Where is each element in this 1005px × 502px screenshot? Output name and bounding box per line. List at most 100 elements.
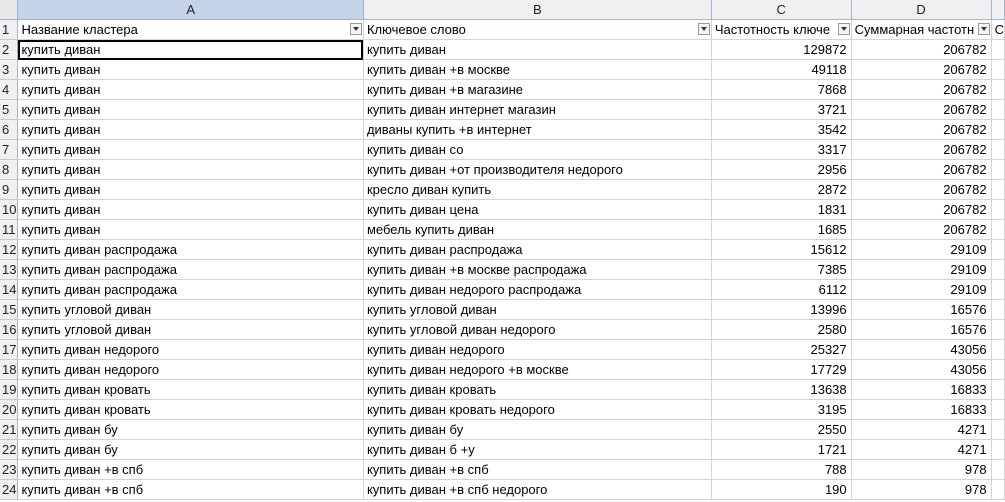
- cluster-name-cell[interactable]: купить диван: [17, 179, 364, 200]
- active-cell[interactable]: купить диван: [17, 39, 364, 60]
- keyword-cell[interactable]: купить диван недорого: [363, 339, 712, 360]
- keyword-frequency-cell[interactable]: 2580: [711, 319, 852, 340]
- empty-cell[interactable]: [991, 399, 1005, 420]
- total-frequency-cell[interactable]: 16576: [851, 299, 992, 320]
- select-all-corner[interactable]: [0, 0, 19, 20]
- column-header-c[interactable]: C: [711, 0, 852, 20]
- keyword-cell[interactable]: купить диван цена: [363, 199, 712, 220]
- total-frequency-cell[interactable]: 206782: [851, 119, 992, 140]
- row-header[interactable]: 17: [0, 339, 19, 360]
- row-header[interactable]: 6: [0, 119, 19, 140]
- empty-cell[interactable]: [991, 439, 1005, 460]
- filter-dropdown-icon[interactable]: [977, 23, 990, 35]
- cluster-name-cell[interactable]: купить диван: [17, 79, 364, 100]
- cluster-name-cell[interactable]: купить диван: [17, 199, 364, 220]
- keyword-frequency-cell[interactable]: 2956: [711, 159, 852, 180]
- empty-cell[interactable]: [991, 119, 1005, 140]
- keyword-frequency-cell[interactable]: 7868: [711, 79, 852, 100]
- cluster-name-cell[interactable]: купить диван +в спб: [17, 479, 364, 500]
- row-header[interactable]: 7: [0, 139, 19, 160]
- keyword-cell[interactable]: купить диван кровать недорого: [363, 399, 712, 420]
- total-frequency-cell[interactable]: 29109: [851, 239, 992, 260]
- row-header[interactable]: 3: [0, 59, 19, 80]
- cluster-name-cell[interactable]: купить диван бу: [17, 419, 364, 440]
- keyword-frequency-cell[interactable]: 3542: [711, 119, 852, 140]
- keyword-cell[interactable]: купить диван интернет магазин: [363, 99, 712, 120]
- keyword-cell[interactable]: диваны купить +в интернет: [363, 119, 712, 140]
- keyword-cell[interactable]: купить диван +от производителя недорого: [363, 159, 712, 180]
- cluster-name-cell[interactable]: купить диван: [17, 219, 364, 240]
- keyword-frequency-cell[interactable]: 3721: [711, 99, 852, 120]
- keyword-cell[interactable]: купить диван со: [363, 139, 712, 160]
- total-frequency-cell[interactable]: 16833: [851, 399, 992, 420]
- keyword-cell[interactable]: купить диван б +у: [363, 439, 712, 460]
- row-header[interactable]: 10: [0, 199, 19, 220]
- keyword-cell[interactable]: купить диван распродажа: [363, 239, 712, 260]
- cluster-name-cell[interactable]: купить диван: [17, 59, 364, 80]
- empty-cell[interactable]: [991, 79, 1005, 100]
- keyword-cell[interactable]: купить диван недорого распродажа: [363, 279, 712, 300]
- row-header[interactable]: 13: [0, 259, 19, 280]
- keyword-frequency-cell[interactable]: 788: [711, 459, 852, 480]
- total-frequency-cell[interactable]: 43056: [851, 359, 992, 380]
- row-header[interactable]: 11: [0, 219, 19, 240]
- keyword-cell[interactable]: купить угловой диван: [363, 299, 712, 320]
- empty-cell[interactable]: [991, 379, 1005, 400]
- total-frequency-cell[interactable]: 16576: [851, 319, 992, 340]
- column-header-b[interactable]: B: [363, 0, 712, 20]
- cluster-name-cell[interactable]: купить диван: [17, 159, 364, 180]
- keyword-frequency-cell[interactable]: 49118: [711, 59, 852, 80]
- row-header[interactable]: 19: [0, 379, 19, 400]
- keyword-frequency-cell[interactable]: 6112: [711, 279, 852, 300]
- total-frequency-cell[interactable]: 206782: [851, 79, 992, 100]
- keyword-cell[interactable]: купить диван +в спб: [363, 459, 712, 480]
- row-header[interactable]: 8: [0, 159, 19, 180]
- cluster-name-cell[interactable]: купить диван: [17, 99, 364, 120]
- total-frequency-cell[interactable]: 206782: [851, 99, 992, 120]
- keyword-cell[interactable]: купить диван +в москве распродажа: [363, 259, 712, 280]
- keyword-frequency-cell[interactable]: 1831: [711, 199, 852, 220]
- cluster-name-cell[interactable]: купить диван: [17, 139, 364, 160]
- empty-cell[interactable]: [991, 479, 1005, 500]
- empty-cell[interactable]: [991, 359, 1005, 380]
- keyword-frequency-cell[interactable]: 13996: [711, 299, 852, 320]
- row-header[interactable]: 14: [0, 279, 19, 300]
- keyword-frequency-cell[interactable]: 1685: [711, 219, 852, 240]
- empty-cell[interactable]: [991, 299, 1005, 320]
- cluster-name-cell[interactable]: купить диван бу: [17, 439, 364, 460]
- total-frequency-cell[interactable]: 206782: [851, 219, 992, 240]
- cluster-name-cell[interactable]: купить диван недорого: [17, 339, 364, 360]
- header-cell-keyword[interactable]: Ключевое слово: [363, 19, 712, 40]
- total-frequency-cell[interactable]: 4271: [851, 419, 992, 440]
- header-cell-total-frequency[interactable]: Суммарная частотн: [851, 19, 992, 40]
- row-header[interactable]: 18: [0, 359, 19, 380]
- empty-cell[interactable]: [991, 259, 1005, 280]
- row-header[interactable]: 4: [0, 79, 19, 100]
- cluster-name-cell[interactable]: купить диван +в спб: [17, 459, 364, 480]
- column-header-a[interactable]: A: [17, 0, 364, 20]
- filter-dropdown-icon[interactable]: [837, 23, 850, 35]
- filter-dropdown-icon[interactable]: [349, 23, 362, 35]
- total-frequency-cell[interactable]: 978: [851, 459, 992, 480]
- keyword-cell[interactable]: купить диван бу: [363, 419, 712, 440]
- column-header-e[interactable]: [991, 0, 1005, 20]
- cluster-name-cell[interactable]: купить диван кровать: [17, 399, 364, 420]
- cluster-name-cell[interactable]: купить диван распродажа: [17, 239, 364, 260]
- keyword-cell[interactable]: купить угловой диван недорого: [363, 319, 712, 340]
- total-frequency-cell[interactable]: 206782: [851, 59, 992, 80]
- empty-cell[interactable]: [991, 219, 1005, 240]
- row-header[interactable]: 5: [0, 99, 19, 120]
- empty-cell[interactable]: [991, 459, 1005, 480]
- total-frequency-cell[interactable]: 206782: [851, 179, 992, 200]
- empty-cell[interactable]: [991, 419, 1005, 440]
- row-header[interactable]: 12: [0, 239, 19, 260]
- row-header[interactable]: 9: [0, 179, 19, 200]
- row-header[interactable]: 16: [0, 319, 19, 340]
- keyword-frequency-cell[interactable]: 15612: [711, 239, 852, 260]
- empty-cell[interactable]: [991, 99, 1005, 120]
- cluster-name-cell[interactable]: купить диван распродажа: [17, 279, 364, 300]
- column-header-d[interactable]: D: [851, 0, 992, 20]
- keyword-frequency-cell[interactable]: 3195: [711, 399, 852, 420]
- total-frequency-cell[interactable]: 16833: [851, 379, 992, 400]
- total-frequency-cell[interactable]: 4271: [851, 439, 992, 460]
